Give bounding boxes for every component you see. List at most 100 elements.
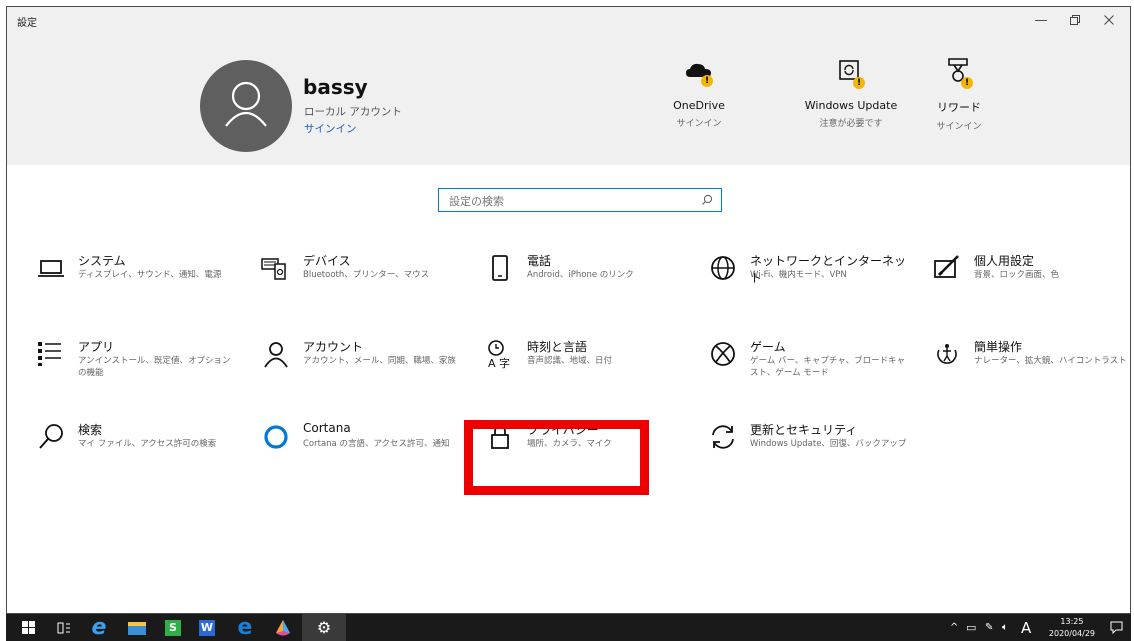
ime-label: A bbox=[1021, 618, 1032, 637]
category-title: 個人用設定 bbox=[974, 254, 1035, 268]
start-button[interactable] bbox=[16, 614, 40, 641]
word-app-button[interactable]: W bbox=[192, 614, 222, 641]
category-desc: アンインストール、既定値、オプションの機能 bbox=[78, 356, 231, 378]
windows-start-icon bbox=[21, 621, 35, 634]
close-button[interactable] bbox=[1092, 7, 1126, 33]
category-title: 簡単操作 bbox=[974, 340, 1023, 354]
search-icon bbox=[39, 424, 63, 449]
rewards-status-text: サインイン bbox=[936, 122, 982, 132]
search-placeholder: 設定の検索 bbox=[449, 195, 504, 208]
colorful-app-icon bbox=[276, 619, 290, 635]
phone-icon bbox=[492, 255, 508, 281]
category-desc: Bluetooth、プリンター、マウス bbox=[303, 270, 430, 280]
green-app-button[interactable]: S bbox=[158, 614, 188, 641]
category-gaming[interactable]: ゲーム ゲーム バー、キャプチャ、ブロードキャスト、ゲーム モード bbox=[707, 338, 907, 394]
settings-search[interactable]: 設定の検索 bbox=[438, 188, 722, 212]
laptop-icon bbox=[38, 260, 64, 277]
show-hidden-icons-button[interactable]: ^ bbox=[950, 614, 958, 641]
settings-taskbar-button[interactable]: ⚙ bbox=[302, 614, 346, 641]
category-network[interactable]: ネットワークとインターネット Wi-Fi、機内モード、VPN bbox=[707, 252, 907, 308]
category-desc: Android、iPhone のリンク bbox=[527, 270, 634, 280]
task-view-button[interactable] bbox=[52, 614, 76, 641]
account-type: ローカル アカウント bbox=[304, 106, 402, 118]
personalization-icon bbox=[934, 255, 959, 278]
category-ease-of-access[interactable]: 簡単操作 ナレーター、拡大鏡、ハイコントラスト bbox=[931, 338, 1130, 394]
minimize-icon: — bbox=[1034, 12, 1048, 28]
rewards-status[interactable]: ! リワード サインイン bbox=[899, 57, 1019, 132]
svg-text:字: 字 bbox=[499, 356, 510, 370]
windows-update-status[interactable]: ! Windows Update 注意が必要です bbox=[791, 57, 911, 129]
internet-explorer-button[interactable]: e bbox=[84, 614, 114, 641]
svg-text:A: A bbox=[488, 357, 496, 370]
speaker-icon: 🔈︎ bbox=[1002, 622, 1008, 633]
word-app-icon: W bbox=[199, 619, 215, 636]
category-desc: ディスプレイ、サウンド、通知、電源 bbox=[78, 270, 222, 280]
restore-button[interactable] bbox=[1058, 7, 1092, 33]
xbox-icon bbox=[711, 342, 735, 366]
file-explorer-button[interactable] bbox=[122, 614, 152, 641]
clock-date: 2020/04/29 bbox=[1048, 629, 1095, 638]
pen-icon: ✎ bbox=[985, 622, 994, 633]
avatar[interactable] bbox=[200, 60, 292, 152]
task-view-icon bbox=[57, 622, 70, 633]
notification-icon bbox=[1110, 621, 1123, 634]
settings-gear-icon: ⚙ bbox=[316, 618, 332, 637]
network-status[interactable]: ▭ bbox=[966, 614, 976, 641]
category-title: 検索 bbox=[78, 423, 103, 437]
ime-indicator[interactable]: A bbox=[1021, 614, 1031, 641]
windows-update-status-text: 注意が必要です bbox=[819, 119, 883, 129]
category-desc: Cortana の言語、アクセス許可、通知 bbox=[303, 439, 450, 449]
category-desc: ゲーム バー、キャプチャ、ブロードキャスト、ゲーム モード bbox=[750, 356, 906, 378]
category-title: システム bbox=[78, 254, 126, 268]
colorful-app-button[interactable] bbox=[268, 614, 298, 641]
category-search[interactable]: 検索 マイ ファイル、アクセス許可の検索 bbox=[35, 421, 235, 477]
category-system[interactable]: システム ディスプレイ、サウンド、通知、電源 bbox=[35, 252, 235, 308]
person-icon bbox=[264, 342, 288, 368]
category-desc: Windows Update、回復、バックアップ bbox=[750, 439, 907, 449]
warning-icon: ! bbox=[701, 75, 713, 87]
edge-icon: e bbox=[237, 615, 253, 640]
warning-icon: ! bbox=[961, 77, 973, 89]
category-update-security[interactable]: 更新とセキュリティ Windows Update、回復、バックアップ bbox=[707, 421, 907, 477]
category-apps[interactable]: アプリ アンインストール、既定値、オプションの機能 bbox=[35, 338, 235, 394]
category-title: 時刻と言語 bbox=[527, 340, 588, 354]
category-accounts[interactable]: アカウント アカウント、メール、同期、職場、家族 bbox=[260, 338, 460, 394]
category-title: アプリ bbox=[78, 340, 115, 354]
category-desc: マイ ファイル、アクセス許可の検索 bbox=[78, 439, 217, 449]
windows-update-name: Windows Update bbox=[804, 99, 898, 112]
category-devices[interactable]: デバイス Bluetooth、プリンター、マウス bbox=[260, 252, 460, 308]
category-title: Cortana bbox=[303, 421, 351, 435]
sync-icon bbox=[712, 425, 734, 449]
category-cortana[interactable]: Cortana Cortana の言語、アクセス許可、通知 bbox=[260, 421, 460, 477]
edge-button[interactable]: e bbox=[230, 614, 260, 641]
category-personalization[interactable]: 個人用設定 背景、ロック画面、色 bbox=[931, 252, 1130, 308]
privacy-highlight-box bbox=[464, 420, 649, 495]
clock[interactable]: 13:25 2020/04/29 bbox=[1049, 616, 1095, 640]
restore-icon bbox=[1070, 15, 1080, 25]
volume-status[interactable]: 🔈︎ bbox=[1002, 614, 1008, 641]
green-app-icon: S bbox=[165, 619, 181, 636]
minimize-button[interactable]: — bbox=[1024, 7, 1058, 33]
signin-link[interactable]: サインイン bbox=[304, 121, 357, 136]
category-time-language[interactable]: A字 時刻と言語 音声認識、地域、日付 bbox=[484, 338, 684, 394]
title-bar: 設定 — bbox=[7, 7, 1130, 33]
pen-status[interactable]: ✎ bbox=[985, 614, 993, 641]
settings-window: 設定 — bassy ローカル アカウント サインイン ! OneDrive サ bbox=[6, 6, 1131, 614]
account-header: bassy ローカル アカウント サインイン ! OneDrive サインイン … bbox=[7, 33, 1130, 165]
internet-explorer-icon: e bbox=[91, 615, 107, 640]
rewards-name: リワード bbox=[937, 101, 981, 114]
onedrive-status-text: サインイン bbox=[676, 119, 722, 129]
file-explorer-icon bbox=[128, 621, 146, 635]
category-desc: 音声認識、地域、日付 bbox=[527, 356, 613, 366]
category-desc: アカウント、メール、同期、職場、家族 bbox=[303, 356, 456, 366]
category-phone[interactable]: 電話 Android、iPhone のリンク bbox=[484, 252, 684, 308]
warning-icon: ! bbox=[853, 77, 865, 89]
onedrive-name: OneDrive bbox=[673, 99, 725, 112]
action-center-button[interactable] bbox=[1110, 614, 1123, 641]
taskbar: e S W e ⚙ ^ ▭ ✎ 🔈︎ A 13:25 2020/04/29 bbox=[6, 614, 1131, 641]
ease-of-access-icon bbox=[937, 344, 957, 364]
onedrive-status[interactable]: ! OneDrive サインイン bbox=[639, 57, 759, 129]
category-title: デバイス bbox=[303, 254, 351, 268]
category-title: 電話 bbox=[527, 254, 552, 268]
category-title: ゲーム bbox=[750, 340, 786, 354]
